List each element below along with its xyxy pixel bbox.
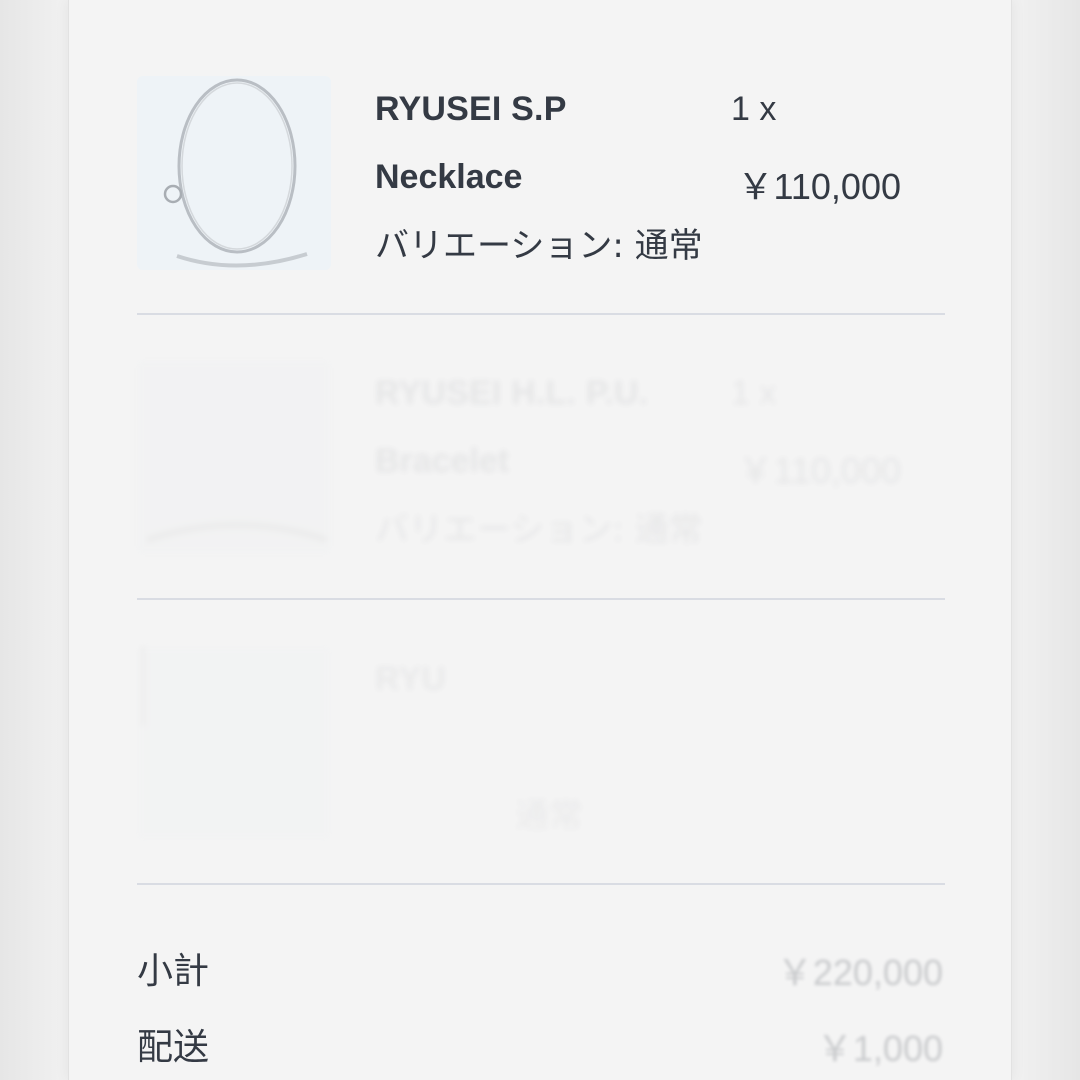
necklace-image[interactable] <box>137 76 331 270</box>
subtotal-label: 小計 <box>137 951 210 992</box>
item-brand: RYUSEI S.P <box>375 90 567 128</box>
necklace-icon <box>137 76 331 270</box>
cart-item-third[interactable]: RYU 通常 <box>137 646 943 886</box>
item-name: Bracelet <box>375 442 510 480</box>
shipping-row: 配送 ￥1,000 <box>137 1018 945 1069</box>
item-variation: バリエーション: 通常 <box>375 510 703 550</box>
shipping-value: ￥1,000 <box>816 1028 943 1069</box>
item-price: ￥110,000 <box>737 450 901 491</box>
item-name: Necklace <box>375 158 523 196</box>
subtotal-row: 小計 ￥220,000 <box>137 942 945 993</box>
item-quantity: 1 x <box>731 90 777 128</box>
page: RYUSEI S.P 1 x Necklace ￥110,000 バリエーション… <box>0 0 1080 1080</box>
cart-item-necklace[interactable]: RYUSEI S.P 1 x Necklace ￥110,000 バリエーション… <box>137 76 943 316</box>
item-variation: バリエーション: 通常 <box>375 226 703 266</box>
item-brand: RYUSEI H.L. P.U. <box>375 374 649 412</box>
item-divider <box>137 598 945 600</box>
order-summary-card: RYUSEI S.P 1 x Necklace ￥110,000 バリエーション… <box>68 0 1012 1080</box>
shipping-label: 配送 <box>137 1027 210 1068</box>
item-quantity: 1 x <box>731 374 777 412</box>
item-brand: RYU <box>375 660 447 698</box>
item-price: ￥110,000 <box>737 166 901 207</box>
bracelet-image[interactable] <box>137 360 331 554</box>
product-icon <box>137 646 331 840</box>
subtotal-value: ￥220,000 <box>776 952 943 993</box>
product-image[interactable] <box>137 646 331 840</box>
item-variation: 通常 <box>515 796 583 836</box>
summary-divider <box>137 883 945 885</box>
item-divider <box>137 313 945 315</box>
bracelet-icon <box>137 360 331 554</box>
cart-item-bracelet[interactable]: RYUSEI H.L. P.U. 1 x Bracelet ￥110,000 バ… <box>137 360 943 600</box>
